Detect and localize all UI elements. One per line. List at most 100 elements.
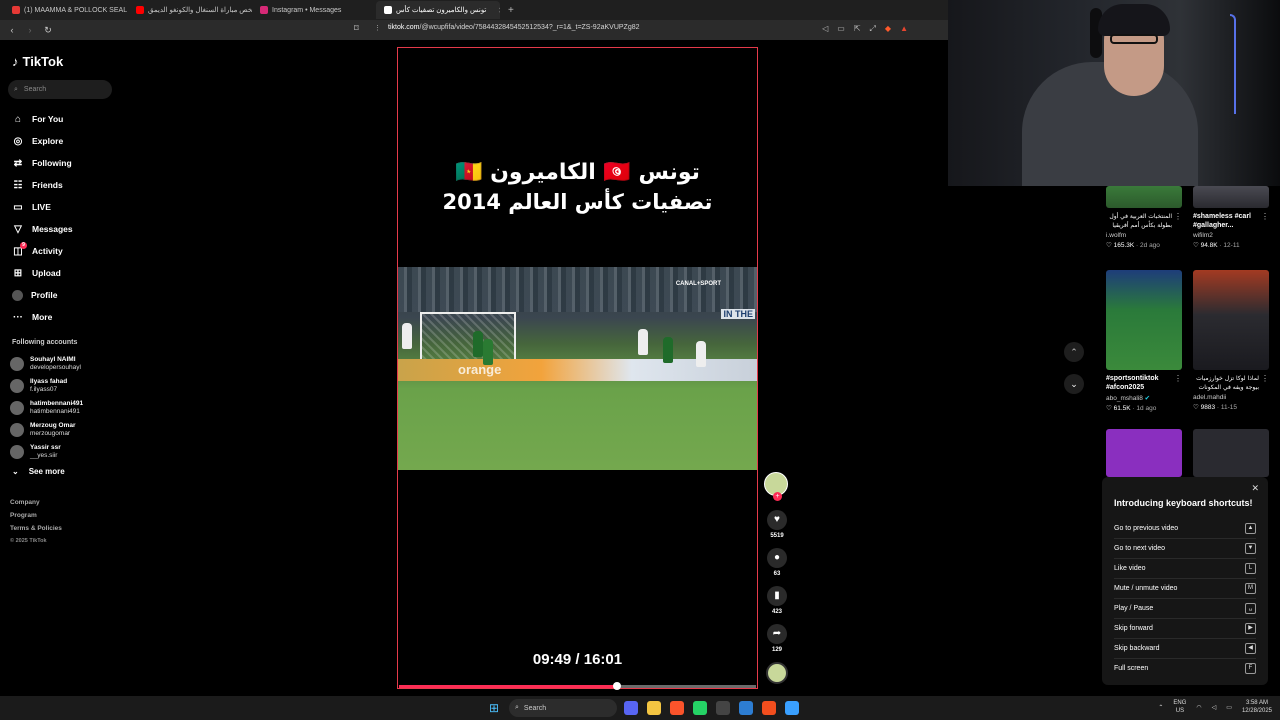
reload-icon[interactable]: ↻ <box>42 25 54 36</box>
more-options-icon[interactable]: ⋮ <box>1174 374 1182 383</box>
volume-icon[interactable]: ◁ <box>1212 704 1217 711</box>
mute-tab-icon[interactable]: ◁ <box>822 24 828 34</box>
video-thumbnail[interactable] <box>1193 429 1269 477</box>
video-author[interactable]: abo_mshali8 ✔ <box>1106 394 1182 402</box>
back-icon[interactable]: ‹ <box>6 25 18 35</box>
clock-time: 3:58 AM <box>1245 700 1268 706</box>
taskbar-app-icon[interactable] <box>624 701 638 715</box>
following-account[interactable]: Ilyass fahad f.ilyass07 <box>10 375 83 397</box>
browser-tab[interactable]: Instagram • Messages <box>252 1 376 19</box>
share-button[interactable]: ➦ 129 <box>764 624 790 653</box>
sidebar-item-live[interactable]: ▭ LIVE <box>12 196 73 218</box>
following-account[interactable]: Souhayl NAIMI developersouhayl <box>10 353 83 375</box>
clock[interactable]: 3:58 AM 12/28/2025 <box>1242 699 1272 715</box>
shortcuts-list: Go to previous video ▲ Go to next video ▼ Li… <box>1114 518 1256 678</box>
more-options-icon[interactable]: ⋮ <box>1261 374 1269 383</box>
follow-plus-icon[interactable]: + <box>773 492 782 501</box>
creator-avatar[interactable]: + <box>764 472 788 501</box>
video-caption[interactable]: #sportsontiktok #afcon2025 <box>1106 374 1172 392</box>
footer-program[interactable]: Program <box>10 512 62 525</box>
extension-icon[interactable]: ⤢ <box>870 24 876 34</box>
related-video-card[interactable]: #shameless #carl #gallagher... ⋮ wifilm2 ♡ … <box>1193 186 1269 249</box>
language-indicator[interactable]: ENG US <box>1173 699 1186 715</box>
tray-chevron-icon[interactable]: ⌃ <box>1158 704 1163 711</box>
video-author[interactable]: wifilm2 <box>1193 232 1269 239</box>
address-bar[interactable]: tiktok.com/@wcupfifa/video/7584432845452… <box>388 24 640 31</box>
video-thumbnail[interactable] <box>1106 270 1182 370</box>
music-disc-icon[interactable] <box>766 662 788 684</box>
sidebar-item-profile[interactable]: Profile <box>12 284 73 306</box>
comment-button[interactable]: ● 63 <box>764 548 790 577</box>
following-account[interactable]: Merzoug Omar merzougomar <box>10 419 83 441</box>
save-button[interactable]: ▮ 423 <box>764 586 790 615</box>
sidebar-item-upload[interactable]: ⊞ Upload <box>12 262 73 284</box>
video-thumbnail[interactable] <box>1193 270 1269 370</box>
browser-tab[interactable]: تونس والكاميرون تصفيات كأس ✕ <box>376 1 500 19</box>
video-caption[interactable]: #shameless #carl #gallagher... <box>1193 212 1259 230</box>
taskbar-app-icon[interactable] <box>693 701 707 715</box>
footer-company[interactable]: Company <box>10 499 62 512</box>
close-icon[interactable]: ✕ <box>1251 483 1259 494</box>
footer-terms[interactable]: Terms & Policies <box>10 525 62 538</box>
new-tab-icon[interactable]: + <box>508 5 514 16</box>
video-progress-bar[interactable] <box>399 682 756 690</box>
taskbar-app-icon[interactable] <box>716 701 730 715</box>
related-video-card[interactable]: المنتخبات العربية في أول بطولة بكأس أمم … <box>1106 186 1182 249</box>
browser-tab[interactable]: ملخص مباراة السنغال والكونغو الديمق <box>128 1 252 19</box>
sidebar-item-friends[interactable]: ☷ Friends <box>12 174 73 196</box>
video-thumbnail[interactable] <box>1106 186 1182 208</box>
more-options-icon[interactable]: ⋮ <box>1174 212 1182 221</box>
bookmark-icon[interactable]: ⌑ <box>354 23 359 34</box>
more-options-icon[interactable]: ⋮ <box>1261 212 1269 221</box>
brave-rewards-icon[interactable]: ▲ <box>900 24 908 34</box>
share-icon[interactable]: ⇱ <box>854 24 861 34</box>
taskbar-app-icon[interactable] <box>647 701 661 715</box>
browser-tab[interactable]: (1) MAAMMA & POLLOCK SEAL LEIC <box>4 1 128 19</box>
sidebar-item-explore[interactable]: ◎ Explore <box>12 130 73 152</box>
close-tab-icon[interactable]: ✕ <box>498 6 500 15</box>
video-player[interactable]: تونس 🇹🇳 الكاميرون 🇨🇲 تصفيات كأس العالم 2… <box>397 47 758 689</box>
tiktok-note-icon: ♪ <box>12 54 19 69</box>
taskbar-app-icon[interactable] <box>739 701 753 715</box>
sidebar-item-more[interactable]: ··· More <box>12 306 73 328</box>
sidebar-item-messages[interactable]: ▽ Messages <box>12 218 73 240</box>
wifi-icon[interactable]: ◠ <box>1196 704 1201 711</box>
next-video-button[interactable]: ⌄ <box>1064 374 1084 394</box>
related-video-card[interactable]: لماذا لوكا تزل خوارزميات بيوجة ويفه في ا… <box>1193 270 1269 411</box>
cast-icon[interactable]: ▭ <box>837 24 845 34</box>
search-input[interactable]: ⌕ Search <box>8 80 112 99</box>
sidebar-item-activity[interactable]: ◫ 9 Activity <box>12 240 73 262</box>
related-video-card[interactable]: #sportsontiktok #afcon2025 ⋮ abo_mshali8 ✔… <box>1106 270 1182 412</box>
following-account[interactable]: Yassir ssr __yes.siir <box>10 441 83 463</box>
following-account[interactable]: hatimbennani491 hatimbennani491 <box>10 397 83 419</box>
view-count: 9883 <box>1200 404 1216 411</box>
battery-icon[interactable]: ▭ <box>1226 704 1232 711</box>
tiktok-logo[interactable]: ♪ TikTok <box>12 54 63 69</box>
video-caption[interactable]: لماذا لوكا تزل خوارزميات بيوجة ويفه في ا… <box>1193 374 1259 392</box>
windows-start-icon[interactable]: ⊞ <box>489 701 499 715</box>
friends-icon: ☷ <box>13 179 23 191</box>
sidebar-item-following[interactable]: ⇄ Following <box>12 152 73 174</box>
see-more-button[interactable]: ⌄ See more <box>12 467 65 476</box>
video-thumbnail[interactable] <box>1106 429 1182 477</box>
progress-handle[interactable] <box>612 682 621 690</box>
view-count: 61.5K <box>1113 405 1131 412</box>
sidebar-item-for-you[interactable]: ⌂ For You <box>12 108 73 130</box>
tab-title: ملخص مباراة السنغال والكونغو الديمق <box>148 7 252 14</box>
taskbar-app-icon[interactable] <box>670 701 684 715</box>
player <box>402 323 412 349</box>
taskbar-app-icon[interactable] <box>785 701 799 715</box>
video-author[interactable]: adel.mahdii <box>1193 394 1269 401</box>
video-stats: ♡ 61.5K · 1d ago <box>1106 404 1182 412</box>
previous-video-button[interactable]: ⌃ <box>1064 342 1084 362</box>
video-caption[interactable]: المنتخبات العربية في أول بطولة بكأس أمم … <box>1106 212 1172 230</box>
site-info-icon[interactable]: ⋮ <box>374 24 381 32</box>
author-name: i.wolfm <box>1106 232 1127 239</box>
brave-shields-icon[interactable]: ◆ <box>885 24 891 34</box>
video-thumbnail[interactable] <box>1193 186 1269 208</box>
video-author[interactable]: i.wolfm <box>1106 232 1182 239</box>
forward-icon[interactable]: › <box>24 25 36 35</box>
like-button[interactable]: ♥ 5519 <box>764 510 790 539</box>
taskbar-search[interactable]: ⌕ Search <box>509 699 617 717</box>
taskbar-app-icon[interactable] <box>762 701 776 715</box>
